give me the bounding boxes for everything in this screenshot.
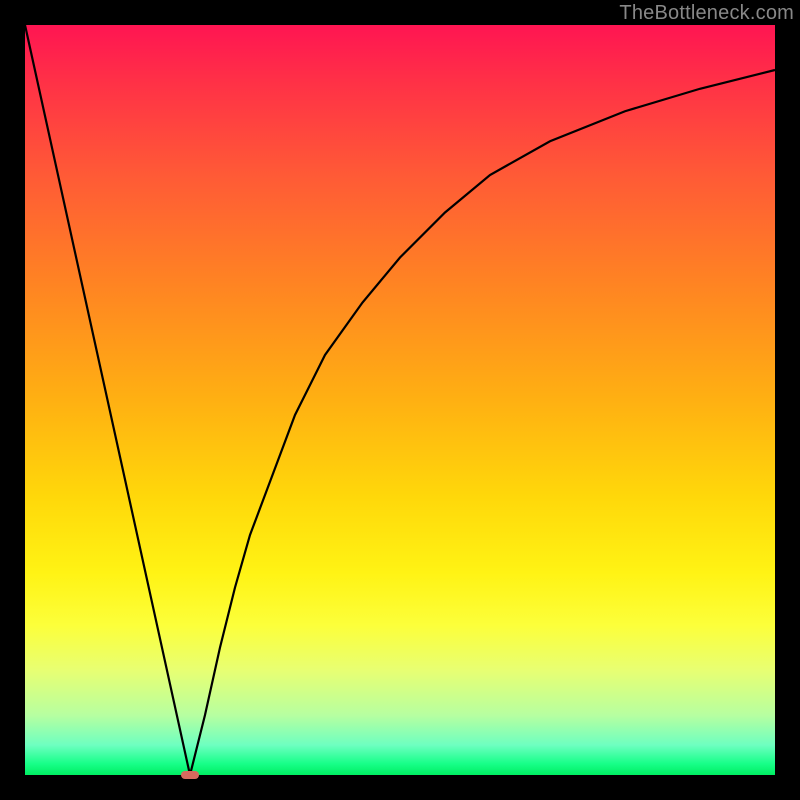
min-marker (181, 771, 199, 779)
chart-frame: TheBottleneck.com (0, 0, 800, 800)
plot-area (25, 25, 775, 775)
bottleneck-curve (25, 25, 775, 775)
watermark-text: TheBottleneck.com (619, 2, 794, 25)
curve-layer (25, 25, 775, 775)
